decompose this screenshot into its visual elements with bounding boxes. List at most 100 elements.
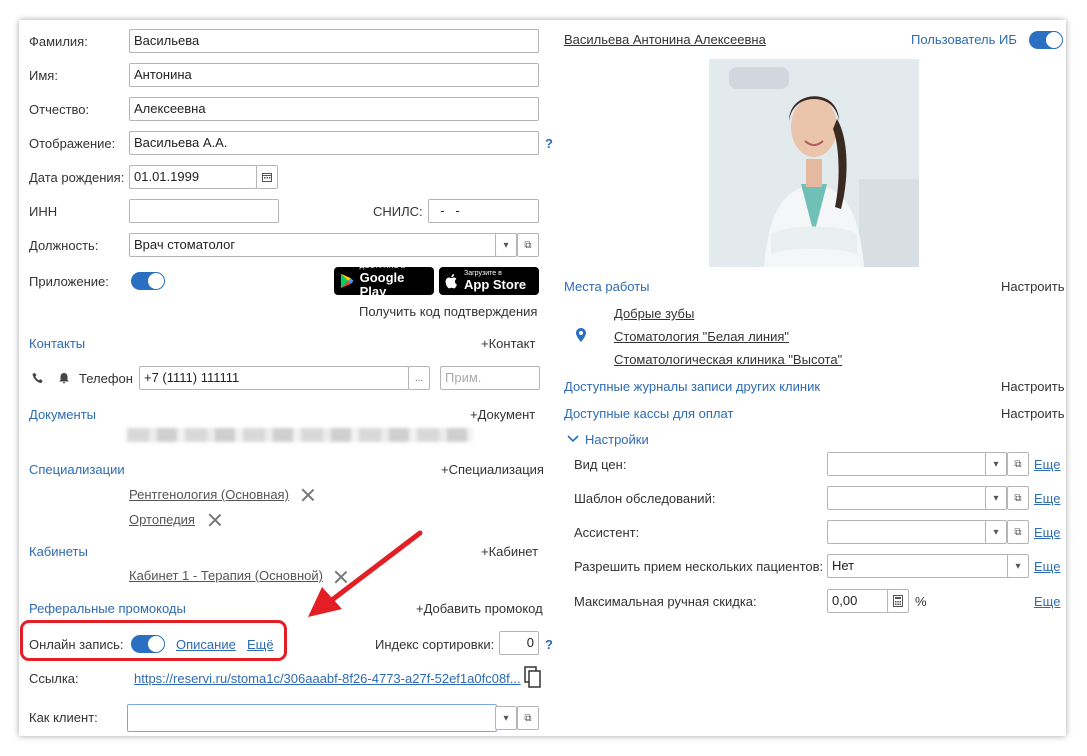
assistant-more-link[interactable]: Еще bbox=[1034, 525, 1060, 540]
app-store-text: App Store bbox=[464, 277, 527, 292]
full-name-link[interactable]: Васильева Антонина Алексеевна bbox=[564, 32, 766, 47]
patronymic-field[interactable]: Алексеевна bbox=[129, 97, 539, 121]
phone-icon bbox=[32, 372, 43, 384]
journals-configure-button[interactable]: Настроить bbox=[1001, 379, 1065, 394]
price-type-field[interactable] bbox=[827, 452, 995, 476]
workplaces-title: Места работы bbox=[564, 279, 650, 294]
inn-label: ИНН bbox=[29, 204, 58, 219]
exam-template-field[interactable] bbox=[827, 486, 995, 510]
phone-more-button[interactable]: ... bbox=[408, 366, 430, 390]
open-window-icon: ⧉ bbox=[1014, 492, 1022, 504]
client-field[interactable] bbox=[127, 704, 497, 732]
exam-template-more-link[interactable]: Еще bbox=[1034, 491, 1060, 506]
booking-url-link[interactable]: https://reservi.ru/stoma1c/306aaabf-8f26… bbox=[134, 671, 521, 686]
exam-template-open-button[interactable]: ⧉ bbox=[1007, 486, 1029, 510]
chevron-down-icon[interactable] bbox=[567, 435, 579, 443]
ib-user-toggle[interactable] bbox=[1029, 31, 1063, 49]
multi-patients-dropdown-button[interactable]: ▾ bbox=[1007, 554, 1029, 578]
assistant-open-button[interactable]: ⧉ bbox=[1007, 520, 1029, 544]
add-promo-button[interactable]: +Добавить промокод bbox=[416, 601, 543, 616]
cashboxes-configure-button[interactable]: Настроить bbox=[1001, 406, 1065, 421]
workplace-item[interactable]: Добрые зубы bbox=[614, 306, 694, 321]
snils-field[interactable]: - - bbox=[428, 199, 539, 223]
surname-field[interactable]: Васильева bbox=[129, 29, 539, 53]
sort-help-icon[interactable]: ? bbox=[545, 637, 553, 652]
multi-patients-label: Разрешить прием нескольких пациентов: bbox=[574, 559, 824, 574]
display-help-icon[interactable]: ? bbox=[545, 136, 553, 151]
google-play-badge[interactable]: ДОСТУПНО В Google Play bbox=[334, 263, 434, 299]
position-open-button[interactable]: ⧉ bbox=[517, 233, 539, 257]
app-toggle[interactable] bbox=[131, 272, 165, 290]
calendar-button[interactable] bbox=[256, 165, 278, 189]
price-type-more-link[interactable]: Еще bbox=[1034, 457, 1060, 472]
open-window-icon: ⧉ bbox=[1014, 526, 1022, 538]
display-field[interactable]: Васильева А.А. bbox=[129, 131, 539, 155]
cabinets-title: Кабинеты bbox=[29, 544, 88, 559]
client-open-button[interactable]: ⧉ bbox=[517, 706, 539, 730]
annotation-highlight-box bbox=[20, 620, 287, 661]
max-discount-field[interactable]: 0,00 bbox=[827, 589, 889, 613]
chevron-down-icon: ▾ bbox=[503, 239, 509, 251]
chevron-down-icon: ▾ bbox=[503, 712, 509, 724]
settings-title[interactable]: Настройки bbox=[585, 432, 649, 447]
cabinet-item[interactable]: Кабинет 1 - Терапия (Основной) bbox=[129, 568, 323, 583]
note-field[interactable]: Прим. bbox=[440, 366, 540, 390]
calculator-icon bbox=[893, 595, 903, 607]
position-dropdown-button[interactable]: ▾ bbox=[495, 233, 517, 257]
exam-template-dropdown-button[interactable]: ▾ bbox=[985, 486, 1007, 510]
chevron-down-icon: ▾ bbox=[1015, 560, 1021, 572]
employee-photo bbox=[709, 59, 919, 267]
assistant-field[interactable] bbox=[827, 520, 995, 544]
add-specialization-button[interactable]: +Специализация bbox=[441, 462, 544, 477]
birth-date-field[interactable]: 01.01.1999 bbox=[129, 165, 257, 189]
add-document-button[interactable]: +Документ bbox=[470, 407, 535, 422]
inn-field[interactable] bbox=[129, 199, 279, 223]
remove-specialization-icon[interactable] bbox=[208, 513, 222, 527]
add-cabinet-button[interactable]: +Кабинет bbox=[481, 544, 538, 559]
open-window-icon: ⧉ bbox=[524, 712, 532, 724]
price-type-dropdown-button[interactable]: ▾ bbox=[985, 452, 1007, 476]
bell-icon bbox=[59, 373, 69, 384]
workplace-item[interactable]: Стоматология "Белая линия" bbox=[614, 329, 789, 344]
contacts-title: Контакты bbox=[29, 336, 86, 351]
sort-index-field[interactable]: 0 bbox=[499, 631, 539, 655]
max-discount-more-link[interactable]: Еще bbox=[1034, 594, 1060, 609]
app-label: Приложение: bbox=[29, 274, 109, 289]
open-window-icon: ⧉ bbox=[524, 239, 532, 251]
assistant-label: Ассистент: bbox=[574, 525, 640, 540]
ib-user-label: Пользователь ИБ bbox=[911, 32, 1017, 47]
assistant-dropdown-button[interactable]: ▾ bbox=[985, 520, 1007, 544]
name-field[interactable]: Антонина bbox=[129, 63, 539, 87]
multi-patients-more-link[interactable]: Еще bbox=[1034, 559, 1060, 574]
client-dropdown-button[interactable]: ▾ bbox=[495, 706, 517, 730]
name-label: Имя: bbox=[29, 68, 58, 83]
documents-title: Документы bbox=[29, 407, 97, 422]
remove-specialization-icon[interactable] bbox=[301, 488, 315, 502]
specialization-item[interactable]: Рентгенология (Основная) bbox=[129, 487, 289, 502]
employee-photo-image bbox=[709, 59, 919, 267]
patronymic-label: Отчество: bbox=[29, 102, 90, 117]
add-contact-button[interactable]: +Контакт bbox=[481, 336, 535, 351]
price-type-label: Вид цен: bbox=[574, 457, 627, 472]
workplaces-configure-button[interactable]: Настроить bbox=[1001, 279, 1065, 294]
get-code-link[interactable]: Получить код подтверждения bbox=[359, 304, 537, 319]
phone-field[interactable]: +7 (1111) 111111 bbox=[139, 366, 409, 390]
multi-patients-field[interactable]: Нет bbox=[827, 554, 1017, 578]
copy-icon[interactable] bbox=[524, 666, 542, 688]
chevron-down-icon: ▾ bbox=[993, 526, 999, 538]
price-type-open-button[interactable]: ⧉ bbox=[1007, 452, 1029, 476]
exam-template-label: Шаблон обследований: bbox=[574, 491, 716, 506]
app-store-badge[interactable]: Загрузите в App Store bbox=[439, 267, 539, 295]
snils-label: СНИЛС: bbox=[373, 204, 423, 219]
sort-index-label: Индекс сортировки: bbox=[375, 637, 495, 652]
cashboxes-title: Доступные кассы для оплат bbox=[564, 406, 734, 421]
position-field[interactable]: Врач стоматолог bbox=[129, 233, 517, 257]
google-play-icon bbox=[340, 273, 354, 289]
workplace-item[interactable]: Стоматологическая клиника "Высота" bbox=[614, 352, 842, 367]
specializations-title: Специализации bbox=[29, 462, 125, 477]
client-label: Как клиент: bbox=[29, 710, 98, 725]
open-window-icon: ⧉ bbox=[1014, 458, 1022, 470]
calculator-button[interactable] bbox=[887, 589, 909, 613]
chevron-down-icon: ▾ bbox=[993, 492, 999, 504]
specialization-item[interactable]: Ортопедия bbox=[129, 512, 195, 527]
